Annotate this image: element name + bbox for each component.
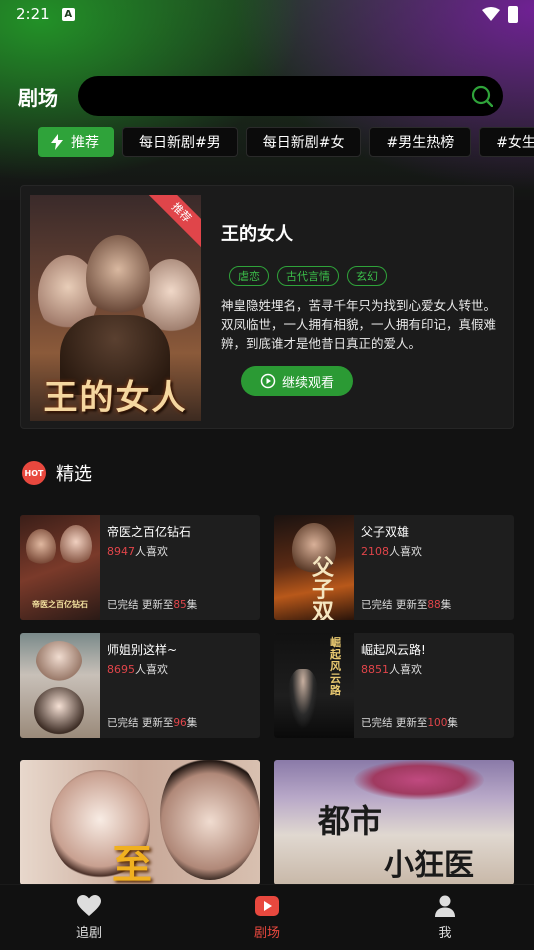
play-circle-icon <box>260 373 276 389</box>
likes-count: 8947人喜欢 <box>107 545 168 558</box>
search-icon[interactable] <box>471 85 493 107</box>
nav-label: 追剧 <box>75 926 102 941</box>
poster-title: 都市 <box>318 802 383 840</box>
status-time: 2:21 <box>16 5 50 23</box>
thumbnail-title: 帝医之百亿钻石 <box>32 600 88 609</box>
drama-card[interactable]: 父子双雄 父子双雄 2108人喜欢 已完结 更新至88集 <box>274 515 514 620</box>
notification-badge-icon: A <box>61 7 75 21</box>
continue-watching-label: 继续观看 <box>281 375 334 391</box>
tab-male-hot[interactable]: #男生热榜 <box>369 127 472 157</box>
hot-icon: HOT <box>22 461 46 485</box>
header: 剧场 <box>0 76 534 116</box>
drama-title: 崛起风云路! <box>361 643 426 657</box>
poster-figure <box>86 235 150 321</box>
tab-label: #男生热榜 <box>386 135 455 151</box>
section-header: HOT 精选 <box>22 460 92 486</box>
section-title: 精选 <box>56 464 92 485</box>
search-input[interactable] <box>78 76 503 116</box>
genre-tag: 玄幻 <box>347 266 387 286</box>
tab-label: 每日新剧#女 <box>262 135 345 151</box>
heart-icon <box>77 895 101 916</box>
thumbnail-title: 崛起风云路 <box>330 636 341 697</box>
featured-drama-card[interactable]: 王的女人 推荐 王的女人 虐恋 古代言情 玄幻 神皇隐姓埋名，苦寻千年只为找到心… <box>20 185 514 429</box>
drama-poster-large[interactable]: 至 <box>20 760 260 885</box>
featured-title: 王的女人 <box>221 224 293 245</box>
nav-follow[interactable]: 追剧 <box>0 885 178 950</box>
drama-card[interactable]: 师姐别这样~ 8695人喜欢 已完结 更新至96集 <box>20 633 260 738</box>
likes-count: 2108人喜欢 <box>361 545 422 558</box>
drama-poster-large[interactable]: 都市 小狂医 <box>274 760 514 885</box>
battery-icon <box>508 5 518 23</box>
episode-status: 已完结 更新至100集 <box>361 717 458 729</box>
tab-daily-new-female[interactable]: 每日新剧#女 <box>245 127 362 157</box>
wifi-icon <box>482 7 500 21</box>
drama-card[interactable]: 帝医之百亿钻石 帝医之百亿钻石 8947人喜欢 已完结 更新至85集 <box>20 515 260 620</box>
continue-watching-button[interactable]: 继续观看 <box>241 366 353 396</box>
tab-label: 每日新剧#男 <box>139 135 221 151</box>
episode-status: 已完结 更新至96集 <box>107 717 198 729</box>
genre-tag: 虐恋 <box>229 266 269 286</box>
drama-thumbnail <box>20 633 100 738</box>
thumbnail-title: 父子双雄 <box>312 555 335 620</box>
drama-thumbnail: 帝医之百亿钻石 <box>20 515 100 620</box>
nav-theater[interactable]: 剧场 <box>178 885 356 950</box>
tab-daily-new-male[interactable]: 每日新剧#男 <box>122 127 238 157</box>
drama-card[interactable]: 崛起风云路 崛起风云路! 8851人喜欢 已完结 更新至100集 <box>274 633 514 738</box>
tab-label: #女生 <box>496 135 534 151</box>
tab-female[interactable]: #女生 <box>479 127 534 157</box>
episode-status: 已完结 更新至85集 <box>107 599 198 611</box>
episode-status: 已完结 更新至88集 <box>361 599 452 611</box>
featured-poster[interactable]: 王的女人 推荐 <box>30 195 201 421</box>
tab-label: 推荐 <box>71 135 99 151</box>
nav-me[interactable]: 我 <box>356 885 534 950</box>
likes-count: 8695人喜欢 <box>107 663 168 676</box>
genre-tags: 虐恋 古代言情 玄幻 <box>229 266 387 286</box>
category-tabs: 推荐 每日新剧#男 每日新剧#女 #男生热榜 #女生 <box>38 127 534 157</box>
nav-label: 我 <box>438 926 452 941</box>
drama-thumbnail: 崛起风云路 <box>274 633 354 738</box>
person-icon <box>435 895 455 917</box>
drama-title: 师姐别这样~ <box>107 643 178 657</box>
drama-title: 帝医之百亿钻石 <box>107 525 192 539</box>
likes-count: 8851人喜欢 <box>361 663 422 676</box>
status-bar: 2:21 A <box>0 0 534 28</box>
drama-thumbnail: 父子双雄 <box>274 515 354 620</box>
poster-title: 至 <box>112 841 152 885</box>
nav-label: 剧场 <box>253 926 280 941</box>
genre-tag: 古代言情 <box>277 266 339 286</box>
bottom-navigation: 追剧 剧场 我 <box>0 884 534 950</box>
poster-subtitle: 小狂医 <box>384 848 474 883</box>
poster-title: 王的女人 <box>43 378 188 418</box>
lightning-icon <box>51 134 63 150</box>
play-icon <box>255 896 279 916</box>
drama-title: 父子双雄 <box>361 525 410 539</box>
page-title: 剧场 <box>18 85 58 110</box>
tab-recommend[interactable]: 推荐 <box>38 127 114 157</box>
featured-description: 神皇隐姓埋名，苦寻千年只为找到心爱女人转世。双凤临世，一人拥有相貌，一人拥有印记… <box>221 298 497 351</box>
recommend-ribbon: 推荐 <box>145 195 201 249</box>
